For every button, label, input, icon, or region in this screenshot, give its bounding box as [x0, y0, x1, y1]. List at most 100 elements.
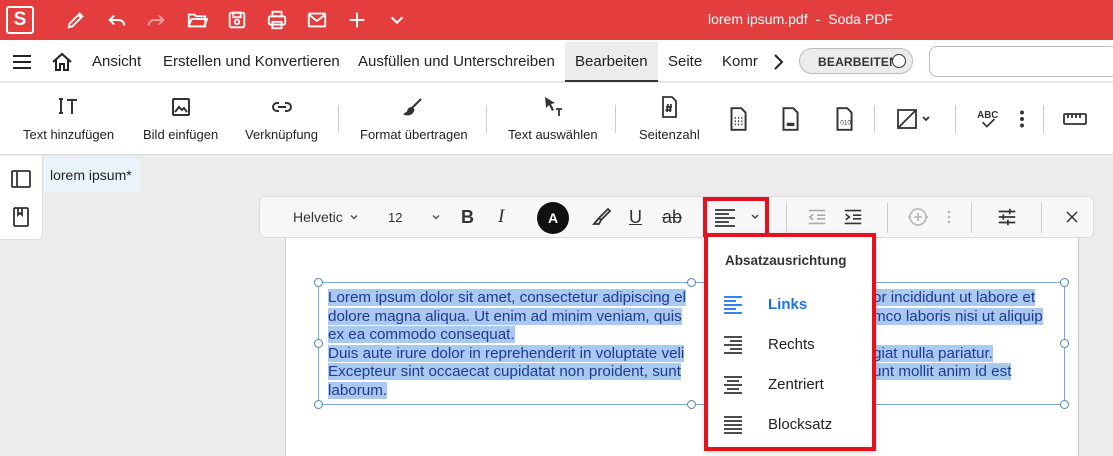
- font-family-select[interactable]: Helvetic: [293, 205, 360, 229]
- resize-handle[interactable]: [314, 339, 323, 348]
- highlighter-icon[interactable]: [590, 205, 612, 229]
- title-bar: S lorem ipsum.pdf - Soda PDF: [0, 0, 1113, 40]
- search-input[interactable]: [929, 46, 1113, 77]
- image-icon: [169, 95, 193, 119]
- menu-erstellen-konvertieren[interactable]: Erstellen und Konvertieren: [163, 53, 340, 70]
- menu-kommentar[interactable]: Komr: [722, 53, 760, 70]
- toggle-knob: [892, 54, 906, 68]
- toolbar-separator: [1041, 203, 1042, 233]
- align-left-label: Links: [768, 296, 808, 313]
- ribbon-separator: [486, 105, 487, 133]
- strikethrough-button[interactable]: ab: [662, 205, 682, 229]
- ribbon-separator: [874, 105, 875, 133]
- text-settings-icon[interactable]: [996, 205, 1018, 229]
- resize-handle[interactable]: [687, 400, 696, 409]
- menu-ausfuellen-unterschreiben[interactable]: Ausfüllen und Unterschreiben: [358, 53, 555, 70]
- bookmark-icon[interactable]: [10, 206, 32, 228]
- resize-handle[interactable]: [314, 400, 323, 409]
- ribbon-separator: [615, 105, 616, 133]
- file-name: lorem ipsum.pdf: [708, 11, 808, 27]
- toolbar-separator: [887, 203, 888, 233]
- link-label: Verknüpfung: [245, 127, 319, 142]
- link-icon: [270, 95, 294, 119]
- link-button[interactable]: Verknüpfung: [245, 83, 318, 155]
- add-field-icon: [906, 205, 930, 229]
- align-left-icon: [724, 296, 742, 314]
- hamburger-menu-icon[interactable]: [11, 51, 33, 73]
- align-justify-option[interactable]: Blocksatz: [708, 405, 872, 445]
- paragraph-align-button[interactable]: [703, 197, 769, 237]
- folder-open-icon[interactable]: [185, 8, 209, 32]
- brush-icon: [402, 95, 426, 119]
- redo-icon: [144, 8, 168, 32]
- resize-handle[interactable]: [1060, 278, 1069, 287]
- menu-ansicht[interactable]: Ansicht: [92, 53, 141, 70]
- format-painter-button[interactable]: Format übertragen: [360, 83, 468, 155]
- document-tab[interactable]: lorem ipsum*: [44, 158, 140, 192]
- page-number-icon: [657, 95, 681, 119]
- ribbon-toolbar: Text hinzufügen Bild einfügen Verknüpfun…: [0, 83, 1113, 155]
- app-logo[interactable]: S: [6, 6, 34, 34]
- align-center-option[interactable]: Zentriert: [708, 365, 872, 405]
- home-icon[interactable]: [51, 51, 73, 73]
- font-size-select[interactable]: 12: [388, 205, 442, 229]
- ruler-icon[interactable]: [1062, 106, 1088, 132]
- menu-bearbeiten[interactable]: Bearbeiten: [575, 53, 648, 70]
- text-box-content-right: or incididunt ut labore et mco laboris n…: [873, 289, 1043, 380]
- sidebar-toggle-icon[interactable]: [10, 168, 32, 190]
- more-options-icon[interactable]: [1009, 106, 1035, 132]
- text-color-button[interactable]: A: [537, 202, 569, 234]
- add-text-button[interactable]: Text hinzufügen: [23, 83, 114, 155]
- undo-icon[interactable]: [105, 8, 129, 32]
- paragraph-align-dropdown: Absatzausrichtung Links Rechts Zentriert…: [704, 233, 876, 451]
- insert-image-button[interactable]: Bild einfügen: [143, 83, 218, 155]
- resize-handle[interactable]: [687, 278, 696, 287]
- menu-seite[interactable]: Seite: [668, 53, 702, 70]
- header-footer-icon[interactable]: [777, 106, 803, 132]
- align-left-option[interactable]: Links: [708, 285, 872, 325]
- insert-image-label: Bild einfügen: [143, 127, 219, 142]
- plus-icon[interactable]: [345, 8, 369, 32]
- align-justify-icon: [724, 416, 742, 434]
- font-family-value: Helvetic: [293, 209, 343, 225]
- text-line: laborum.: [328, 381, 388, 399]
- align-right-label: Rechts: [768, 336, 815, 353]
- close-icon[interactable]: [1062, 205, 1082, 229]
- text-format-toolbar: Helvetic 12 B I A U ab: [259, 196, 1094, 238]
- underline-button[interactable]: U: [629, 205, 642, 229]
- save-icon[interactable]: [225, 8, 249, 32]
- mail-icon[interactable]: [305, 8, 329, 32]
- ribbon-separator: [955, 105, 956, 133]
- cursor-text-icon: [541, 95, 565, 119]
- chevron-right-icon[interactable]: [767, 51, 789, 73]
- bates-number-icon[interactable]: 010: [831, 106, 857, 132]
- resize-handle[interactable]: [1060, 400, 1069, 409]
- chevron-down-icon[interactable]: [385, 8, 409, 32]
- italic-button[interactable]: I: [498, 205, 504, 229]
- add-text-label: Text hinzufügen: [23, 127, 115, 142]
- pen-icon[interactable]: [64, 8, 88, 32]
- resize-handle[interactable]: [1060, 339, 1069, 348]
- resize-handle[interactable]: [314, 278, 323, 287]
- app-window: S lorem ipsum.pdf - Soda PDF Ansicht Ers…: [0, 0, 1113, 456]
- modified-marker: *: [126, 167, 132, 183]
- svg-text:ABC: ABC: [977, 110, 998, 121]
- app-name: Soda PDF: [828, 11, 893, 27]
- increase-indent-icon[interactable]: [842, 205, 864, 229]
- dropdown-heading: Absatzausrichtung: [725, 253, 847, 268]
- document-tab-label: lorem ipsum: [50, 167, 127, 183]
- watermark-icon[interactable]: [895, 106, 935, 132]
- spellcheck-icon[interactable]: ABC: [975, 106, 1001, 132]
- align-justify-label: Blocksatz: [768, 416, 833, 433]
- bates-numbering-icon[interactable]: [725, 106, 751, 132]
- print-icon[interactable]: [265, 8, 289, 32]
- bold-button[interactable]: B: [461, 205, 474, 229]
- text-box[interactable]: Lorem ipsum dolor sit amet, consectetur …: [314, 278, 1069, 409]
- page-number-button[interactable]: Seitenzahl: [639, 83, 700, 155]
- title-separator: -: [815, 11, 821, 27]
- font-size-value: 12: [388, 209, 403, 225]
- align-right-option[interactable]: Rechts: [708, 325, 872, 365]
- svg-text:010: 010: [840, 119, 851, 126]
- select-text-button[interactable]: Text auswählen: [508, 83, 598, 155]
- edit-mode-toggle[interactable]: BEARBEITEN: [799, 48, 913, 74]
